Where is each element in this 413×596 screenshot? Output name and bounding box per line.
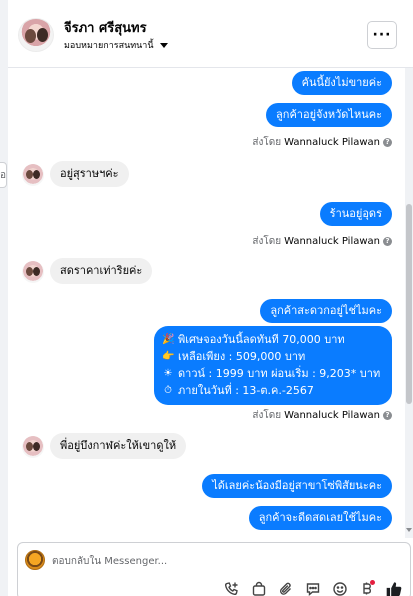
contact-avatar-small [22,261,44,283]
left-collapsed-tab[interactable]: อ [0,162,7,188]
paperclip-icon[interactable] [277,580,295,596]
composer [8,538,413,596]
bag-icon[interactable] [250,580,268,596]
sun-icon: ☀ [163,368,173,379]
chat-bubble-icon[interactable] [304,580,322,596]
sent-by-label: ส่งโดย Wannaluck Pilawan ? [252,234,392,249]
sent-by-label: ส่งโดย Wannaluck Pilawan ? [252,135,392,150]
baht-icon[interactable] [358,580,376,596]
contact-avatar[interactable] [18,18,54,52]
scroll-thumb[interactable] [406,204,412,404]
sent-by-prefix: ส่งโดย [252,236,282,247]
smile-icon[interactable] [331,580,349,596]
assign-conversation-dropdown[interactable]: มอบหมายการสนทนานี้ [64,38,168,52]
contact-avatar-small [22,164,44,186]
message-outgoing: ลูกค้าสะดวกอยู่ไช่ไมคะ [260,299,392,323]
caret-down-icon [159,42,168,48]
more-options-button[interactable]: ··· [367,21,397,49]
contact-name[interactable]: จีรภา ศรีสุนทร [64,17,147,38]
conversation-header: จีรภา ศรีสุนทร มอบหมายการสนทนานี้ ··· [8,0,413,68]
promo-line: ☀ ดาวน์ : 1999 บาท ผ่อนเริ่ม : 9,203* บาท [162,365,382,382]
promo-text: ดาวน์ : 1999 บาท ผ่อนเริ่ม : 9,203* บาท [178,367,381,380]
stopwatch-icon: ⏱ [164,385,172,396]
pointing-hand-icon: 👉 [162,351,175,362]
help-icon[interactable]: ? [383,237,392,246]
promo-line: 👉 เหลือเพียง : 509,000 บาท [162,348,382,365]
promo-line: 🎉 พิเศษจองวันนี้ลดทันที 70,000 บาท [162,331,382,348]
thread-scrollbar[interactable] [405,68,413,538]
promo-text: เหลือเพียง : 509,000 บาท [178,350,306,363]
assign-label: มอบหมายการสนทนานี้ [64,41,154,51]
sender-name: Wannaluck Pilawan [284,137,380,148]
phone-plus-icon[interactable] [223,580,241,596]
contact-avatar-small [22,436,44,458]
sent-by-prefix: ส่งโดย [252,410,282,421]
promo-text: ภายในวันที่ : 13-ต.ค.-2567 [178,384,314,397]
composer-toolbar [223,580,403,596]
left-side-strip [0,0,8,596]
message-incoming: พี่อยู่บึงกาฬค่ะให้เขาดูให้ [50,433,187,459]
message-outgoing: ร้านอยู่อุดร [319,202,392,226]
help-icon[interactable]: ? [383,411,392,420]
party-icon: 🎉 [162,334,175,345]
message-outgoing: คันนี้ยังไม่ขายค่ะ [291,71,392,95]
message-thread: คันนี้ยังไม่ขายค่ะ ลูกค้าอยู่จังหวัดไหนค… [8,68,405,538]
notification-dot [370,580,375,585]
page-avatar-icon [25,550,45,570]
message-outgoing: ได้เลยค่ะน้องมีอยู่สาขาโซ่พิสัยนะคะ [202,474,392,498]
reply-input[interactable] [52,553,352,569]
message-outgoing-promo: 🎉 พิเศษจองวันนี้ลดทันที 70,000 บาท 👉 เหลือ… [154,326,392,405]
sender-name: Wannaluck Pilawan [284,236,380,247]
composer-box [17,542,411,596]
message-incoming: สดราคาเท่าริยค่ะ [50,258,153,284]
promo-text: พิเศษจองวันนี้ลดทันที 70,000 บาท [178,333,345,346]
promo-line: ⏱ ภายในวันที่ : 13-ต.ค.-2567 [162,382,382,399]
message-outgoing: ลูกค้าอยู่จังหวัดไหนคะ [266,103,392,127]
sent-by-prefix: ส่งโดย [252,137,282,148]
sent-by-label: ส่งโดย Wannaluck Pilawan ? [252,408,392,423]
left-tab-label: อ [0,169,7,181]
help-icon[interactable]: ? [383,138,392,147]
message-incoming: อยู่สุราษฯค่ะ [50,161,129,187]
sender-name: Wannaluck Pilawan [284,410,380,421]
message-outgoing: ลูกค้าจะดีดสดเลยใช้ไมคะ [248,506,392,530]
scroll-down-arrow-icon[interactable] [406,528,412,532]
thumbs-up-icon[interactable] [385,580,403,596]
